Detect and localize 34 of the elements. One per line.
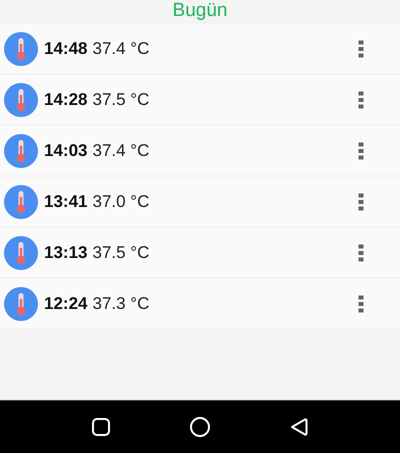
temperature-value: 37.4 °C <box>92 38 150 58</box>
more-options-icon[interactable] <box>358 294 364 312</box>
thermometer-icon <box>4 32 38 66</box>
back-icon[interactable] <box>290 417 308 437</box>
recents-icon[interactable] <box>92 418 110 436</box>
reading-time: 14:28 <box>44 90 88 110</box>
reading-time: 13:13 <box>44 242 88 262</box>
home-icon[interactable] <box>190 417 210 437</box>
reading-row[interactable]: 13:13 37.5 °C <box>0 228 400 277</box>
thermometer-icon <box>4 184 38 218</box>
thermometer-icon <box>4 236 38 270</box>
reading-row[interactable]: 14:28 37.5 °C <box>0 75 400 124</box>
more-options-icon[interactable] <box>358 90 364 108</box>
reading-time: 13:41 <box>44 192 88 212</box>
more-options-icon[interactable] <box>358 244 364 262</box>
temperature-value: 37.0 °C <box>92 192 150 212</box>
thermometer-icon <box>4 82 38 116</box>
thermometer-icon <box>4 134 38 168</box>
more-options-icon[interactable] <box>358 40 364 58</box>
reading-row[interactable]: 14:48 37.4 °C <box>0 24 400 73</box>
reading-time: 14:48 <box>44 38 88 58</box>
reading-row[interactable]: 14:03 37.4 °C <box>0 126 400 175</box>
temperature-value: 37.4 °C <box>92 140 150 160</box>
more-options-icon[interactable] <box>358 192 364 210</box>
section-title: Bugün <box>172 0 228 23</box>
thermometer-icon <box>4 286 38 320</box>
reading-time: 12:24 <box>44 294 88 314</box>
more-options-icon[interactable] <box>358 142 364 160</box>
temperature-value: 37.3 °C <box>92 294 150 314</box>
reading-row[interactable]: 12:24 37.3 °C <box>0 279 400 328</box>
temperature-value: 37.5 °C <box>92 90 150 110</box>
reading-time: 14:03 <box>44 140 88 160</box>
reading-row[interactable]: 13:41 37.0 °C <box>0 177 400 226</box>
temperature-value: 37.5 °C <box>92 242 150 262</box>
